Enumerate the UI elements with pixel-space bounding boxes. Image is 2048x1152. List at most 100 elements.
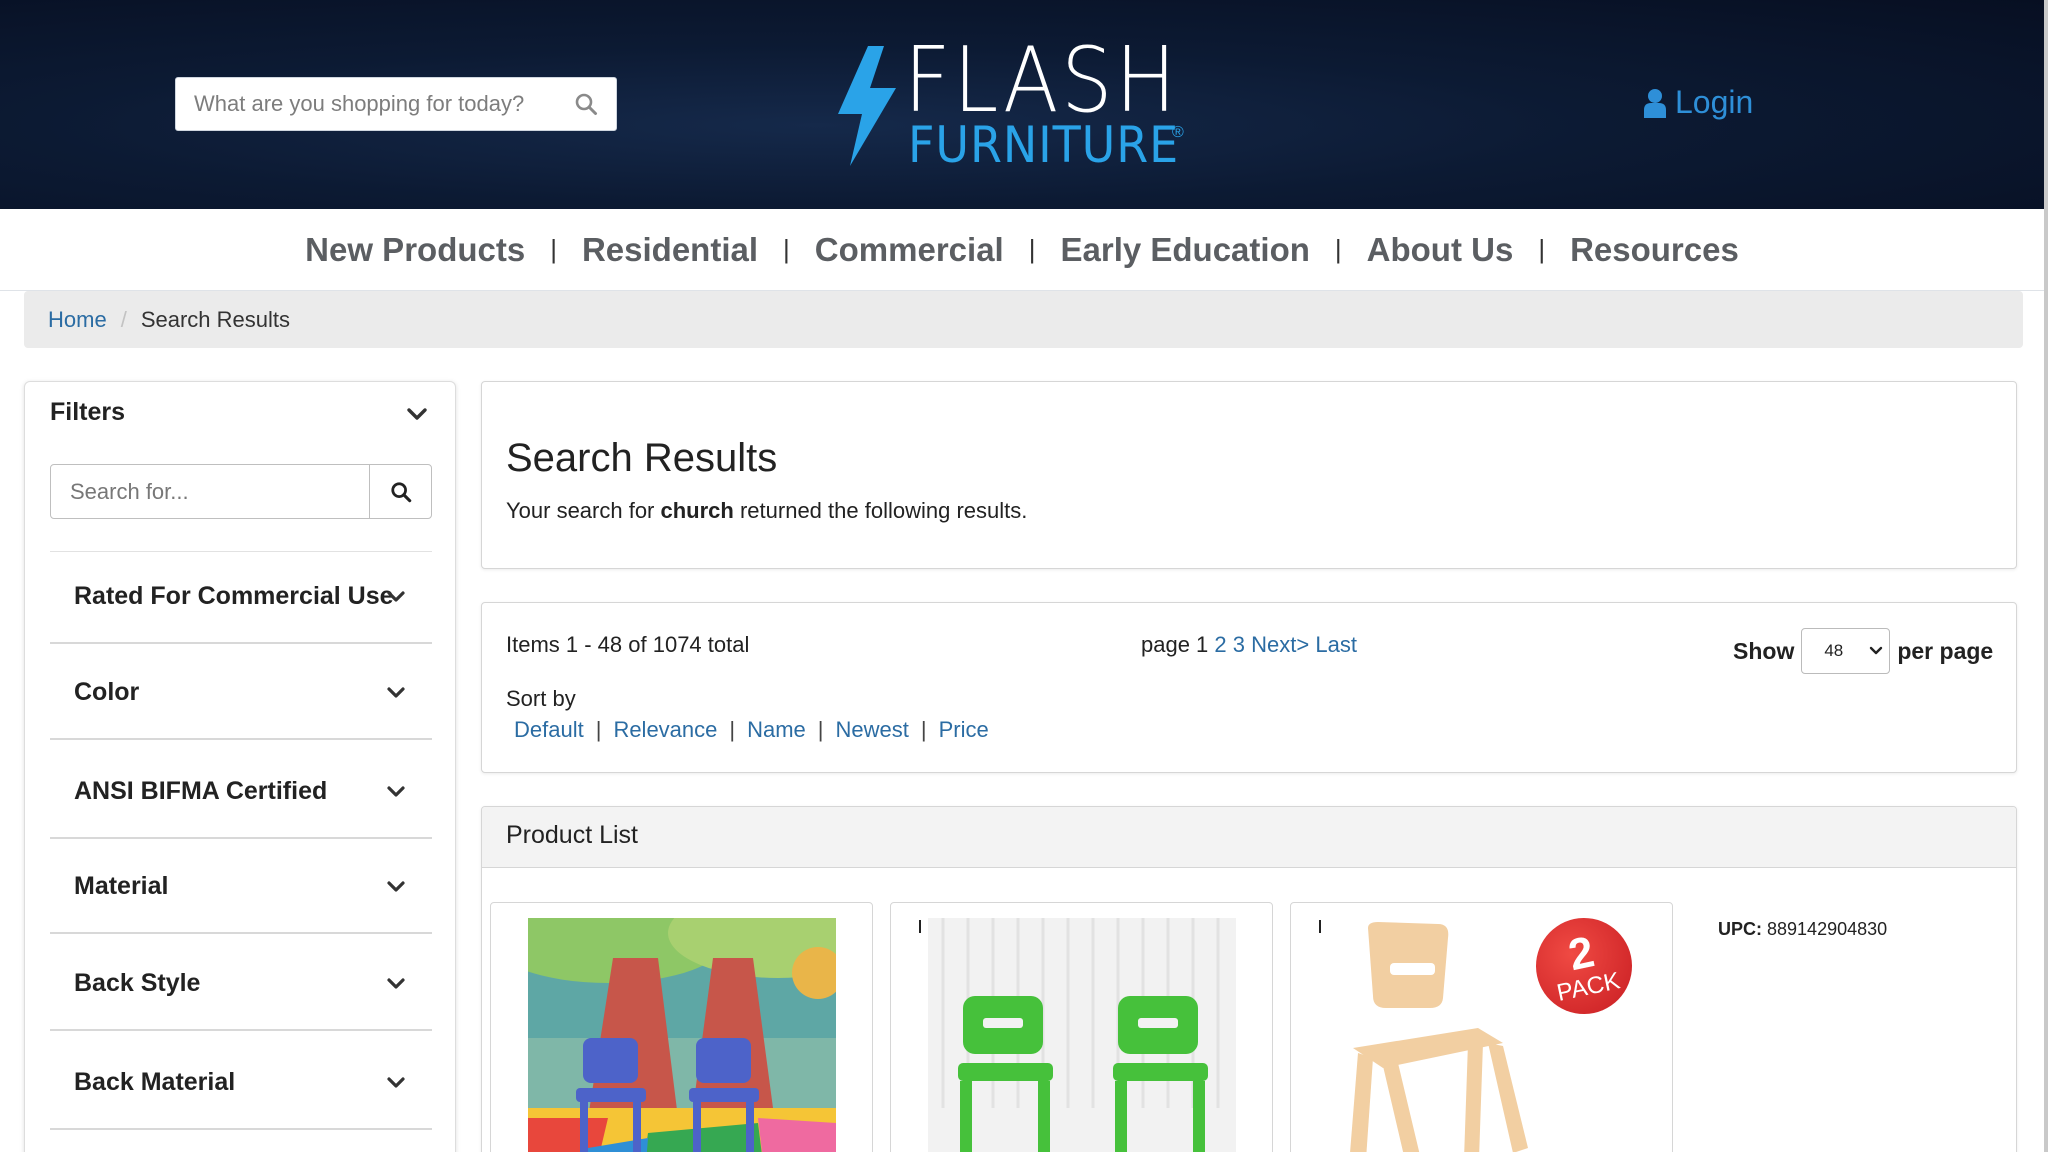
show-label: Show — [1733, 637, 1795, 664]
nav-separator: | — [1334, 234, 1342, 264]
nav-separator: | — [1028, 234, 1036, 264]
login-link[interactable]: Login — [1643, 84, 1753, 121]
tick-mark — [919, 920, 921, 933]
product-upc: UPC: 889142904830 — [1718, 919, 1887, 940]
page-link-last[interactable]: Last — [1315, 632, 1357, 657]
sort-label: Sort by — [506, 686, 576, 711]
page-link-next[interactable]: Next> — [1251, 632, 1309, 657]
badge-text: PACK — [1554, 967, 1623, 1007]
filter-search — [50, 464, 432, 519]
search-description-suffix: returned the following results. — [733, 498, 1028, 523]
nav-early-education[interactable]: Early Education — [1035, 231, 1334, 269]
facet-back-material[interactable]: Back Material — [50, 1038, 432, 1130]
breadcrumb: Home / Search Results — [24, 291, 2023, 348]
chevron-down-icon — [387, 881, 405, 892]
site-search[interactable] — [175, 77, 617, 131]
facet-rated-for-commercial-use[interactable]: Rated For Commercial Use — [50, 552, 432, 644]
lightning-bolt-icon — [838, 46, 896, 166]
nav-residential[interactable]: Residential — [557, 231, 783, 269]
search-query: church — [660, 498, 734, 523]
breadcrumb-divider: / — [120, 306, 127, 332]
product-list-header: Product List — [482, 807, 2016, 868]
product-image[interactable] — [528, 918, 836, 1152]
items-count: Items 1 - 48 of 1074 total — [506, 632, 750, 657]
nav-separator: | — [1538, 234, 1546, 264]
sort-relevance[interactable]: Relevance — [613, 717, 717, 743]
flash-furniture-logo[interactable]: FLASH FURNITURE ® — [834, 36, 1194, 174]
per-page-label: per page — [1897, 637, 1994, 664]
nav-separator: | — [550, 234, 557, 264]
pagination-panel: Items 1 - 48 of 1074 total page 1 2 3 Ne… — [481, 602, 2017, 773]
sort-separator: | — [817, 717, 824, 742]
login-label: Login — [1675, 84, 1754, 120]
page-scrollbar[interactable] — [2044, 0, 2048, 1152]
product-card[interactable]: 2 PACK — [1290, 902, 1673, 1152]
nav-separator: | — [783, 234, 790, 264]
chevron-down-icon — [1870, 646, 1883, 655]
breadcrumb-home[interactable]: Home — [48, 307, 107, 333]
chevron-down-icon — [387, 786, 405, 797]
product-list-title: Product List — [506, 821, 639, 849]
facet-label: Back Style — [74, 969, 201, 997]
sort-separator: | — [920, 717, 927, 742]
search-icon[interactable] — [574, 92, 598, 116]
registered-mark: ® — [1172, 124, 1184, 141]
sort-separator: | — [729, 717, 736, 742]
main-nav: New Products | Residential | Commercial … — [0, 209, 2044, 291]
search-icon — [390, 481, 411, 502]
site-header: FLASH FURNITURE ® Login — [0, 0, 2044, 209]
site-search-input[interactable] — [194, 78, 564, 130]
logo-furniture-text: FURNITURE — [908, 116, 1180, 174]
facet-label: Material — [74, 872, 169, 900]
chevron-down-icon — [387, 591, 405, 602]
sort-price[interactable]: Price — [939, 717, 989, 743]
product-image[interactable] — [1328, 918, 1568, 1152]
filter-search-button[interactable] — [369, 465, 431, 518]
product-card[interactable] — [490, 902, 873, 1152]
product-image[interactable] — [928, 918, 1236, 1152]
sort-name[interactable]: Name — [747, 717, 806, 743]
chevron-down-icon — [387, 687, 405, 698]
chevron-down-icon — [387, 1077, 405, 1088]
facet-ansi-bifma-certified[interactable]: ANSI BIFMA Certified — [50, 747, 432, 839]
filters-sidebar: Filters Rated For Commercial Use Color A… — [24, 381, 456, 1152]
user-icon — [1644, 88, 1666, 118]
facet-color[interactable]: Color — [50, 648, 432, 740]
nav-commercial[interactable]: Commercial — [790, 231, 1029, 269]
filters-title[interactable]: Filters — [50, 398, 125, 427]
page-title: Search Results — [506, 436, 778, 480]
page-links: page 1 2 3 Next> Last — [1141, 632, 1357, 658]
breadcrumb-current: Search Results — [140, 306, 290, 332]
per-page-control: Show 48 per page — [1733, 628, 1993, 674]
sort-newest[interactable]: Newest — [836, 717, 909, 743]
product-card[interactable] — [890, 902, 1273, 1152]
per-page-select[interactable]: 48 — [1801, 628, 1891, 674]
per-page-value: 48 — [1824, 641, 1844, 660]
sort-separator: | — [595, 717, 602, 742]
upc-label: UPC: — [1718, 919, 1762, 939]
facet-label: ANSI BIFMA Certified — [74, 777, 328, 805]
facet-label: Color — [74, 678, 140, 706]
upc-value: 889142904830 — [1767, 919, 1888, 939]
product-list-panel: Product List 2 PACK UPC: 889142904830 — [481, 806, 2017, 1152]
facet-material[interactable]: Material — [50, 842, 432, 934]
filter-search-input[interactable] — [51, 465, 369, 518]
nav-about-us[interactable]: About Us — [1342, 231, 1539, 269]
nav-resources[interactable]: Resources — [1545, 231, 1764, 269]
facet-label: Rated For Commercial Use — [74, 582, 394, 610]
page-link-2[interactable]: 2 — [1214, 632, 1226, 657]
logo-flash-text: FLASH — [904, 28, 1179, 133]
search-description-prefix: Your search for — [506, 498, 661, 523]
sort-options: Default | Relevance | Name | Newest | Pr… — [514, 717, 989, 743]
chevron-down-icon — [387, 978, 405, 989]
facet-label: Back Material — [74, 1068, 236, 1096]
tick-mark — [1319, 920, 1321, 933]
nav-new-products[interactable]: New Products — [280, 231, 550, 269]
current-page: page 1 — [1141, 632, 1209, 657]
sort-default[interactable]: Default — [514, 717, 584, 743]
page-link-3[interactable]: 3 — [1233, 632, 1245, 657]
chevron-down-icon[interactable] — [406, 406, 428, 422]
search-results-panel: Search Results Your search for church re… — [481, 381, 2017, 569]
search-description: Your search for church returned the foll… — [506, 498, 1027, 524]
facet-back-style[interactable]: Back Style — [50, 939, 432, 1031]
